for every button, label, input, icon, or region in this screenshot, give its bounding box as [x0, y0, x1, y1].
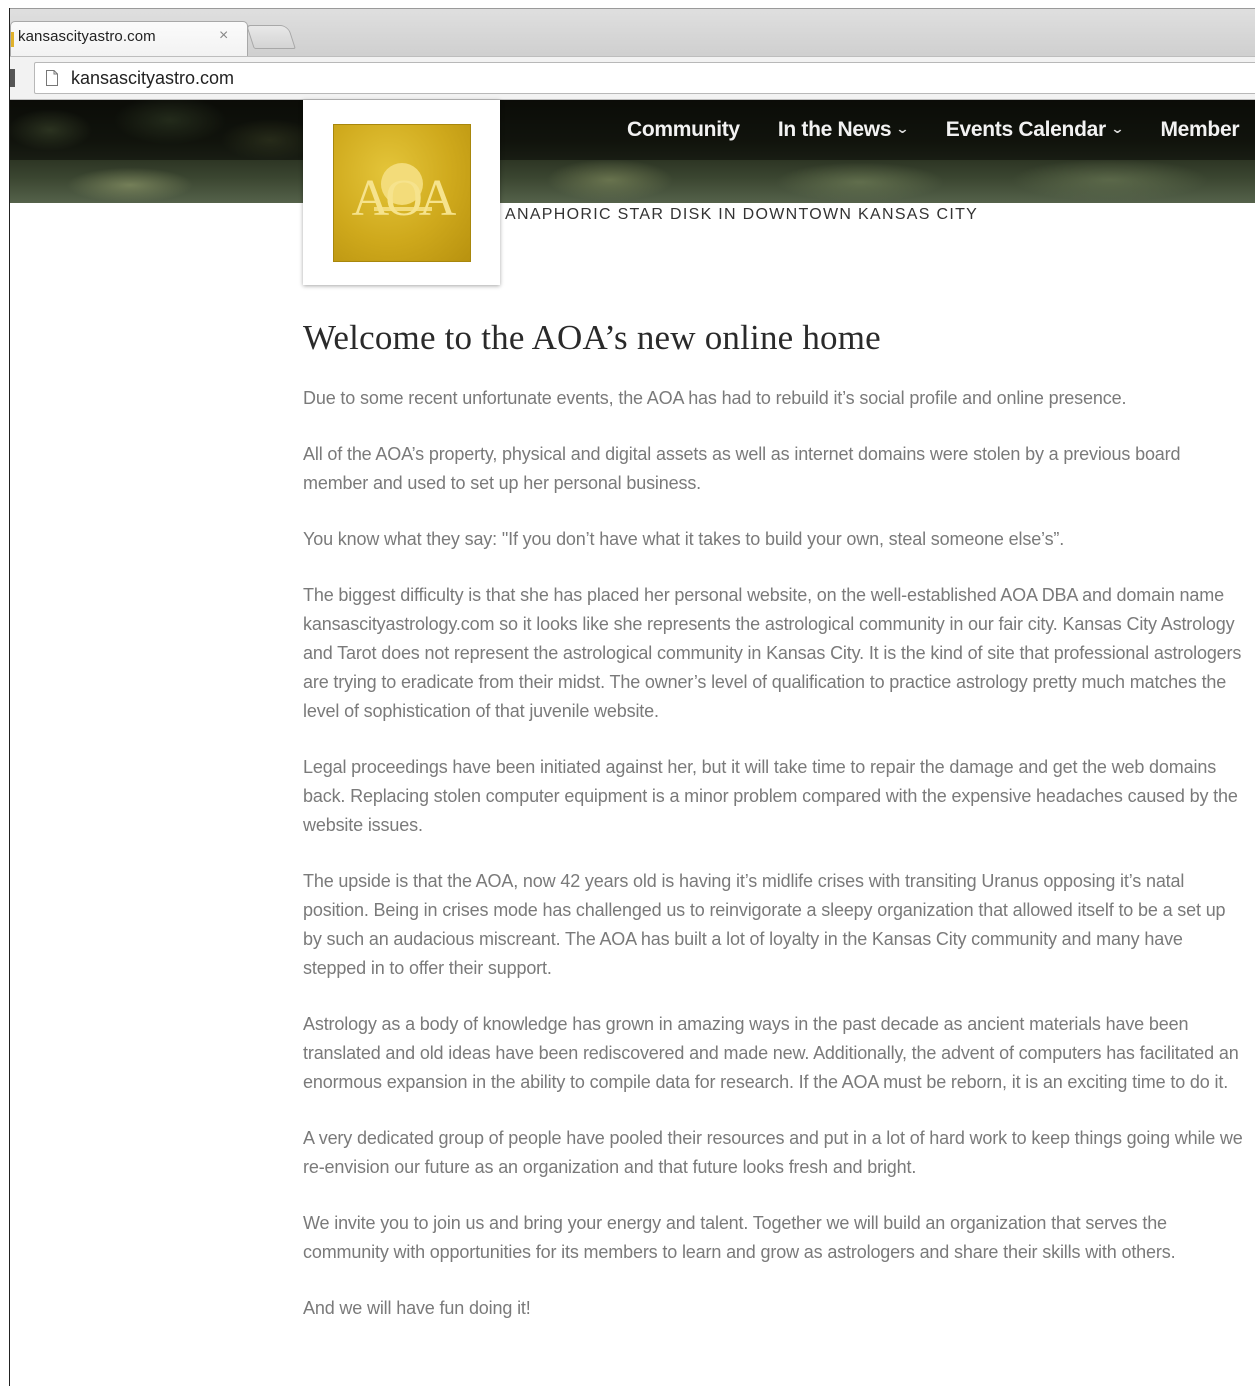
tab-title: kansascityastro.com: [18, 28, 156, 45]
site-tagline: ANAPHORIC STAR DISK IN DOWNTOWN KANSAS C…: [505, 206, 979, 223]
article-paragraph: And we will have fun doing it!: [303, 1298, 531, 1318]
page-title: Welcome to the AOA’s new online home: [303, 318, 881, 357]
main-nav: Community In the News ⌄ Events Calendar ⌄ Mem…: [627, 118, 1255, 148]
site-header-banner: Community In the News ⌄ Events Calendar ⌄ Mem…: [10, 100, 1255, 203]
url-text[interactable]: kansascityastro.com: [71, 68, 234, 89]
article-paragraph: The biggest difficulty is that she has p…: [303, 585, 1242, 721]
article-paragraph: You know what they say: "If you don’t ha…: [303, 529, 1065, 549]
logo-text: AOA: [351, 170, 457, 227]
chevron-down-icon: ⌄: [895, 121, 910, 136]
site-logo-link[interactable]: AOA: [303, 100, 500, 285]
tab-strip: kansascityastro.com ×: [10, 8, 1255, 57]
aoa-sun-logo-icon: AOA: [333, 124, 471, 262]
article-paragraph: Astrology as a body of knowledge has gro…: [303, 1014, 1239, 1092]
nav-item-label: Member: [1160, 118, 1240, 141]
close-tab-icon[interactable]: ×: [219, 27, 228, 45]
nav-item-member[interactable]: Member: [1160, 118, 1239, 142]
nav-item-label: Events Calendar: [945, 118, 1106, 141]
nav-item-in-the-news[interactable]: In the News ⌄: [777, 118, 910, 142]
browser-toolbar: kansascityastro.com: [10, 56, 1255, 100]
nav-item-events-calendar[interactable]: Events Calendar ⌄: [945, 118, 1125, 142]
nav-item-label: Community: [627, 118, 740, 141]
browser-tab[interactable]: kansascityastro.com ×: [10, 21, 248, 57]
favicon-icon: [11, 32, 14, 47]
new-tab-button[interactable]: [246, 25, 296, 49]
article-paragraph: All of the AOA’s property, physical and …: [303, 444, 1181, 493]
browser-window: kansascityastro.com × kansascityastro.co…: [10, 8, 1255, 1386]
nav-item-community[interactable]: Community: [627, 118, 740, 142]
article-paragraph: We invite you to join us and bring your …: [303, 1213, 1176, 1262]
reload-icon[interactable]: [10, 69, 15, 87]
article: Welcome to the AOA’s new online home Due…: [303, 318, 1243, 1350]
article-paragraph: Due to some recent unfortunate events, t…: [303, 388, 1127, 408]
page-icon: [46, 70, 58, 86]
article-paragraph: Legal proceedings have been initiated ag…: [303, 757, 1238, 835]
chevron-down-icon: ⌄: [1110, 121, 1125, 136]
article-paragraph: A very dedicated group of people have po…: [303, 1128, 1243, 1177]
nav-item-label: In the News: [777, 118, 892, 141]
address-bar[interactable]: kansascityastro.com: [34, 62, 1255, 94]
article-paragraph: The upside is that the AOA, now 42 years…: [303, 871, 1226, 978]
